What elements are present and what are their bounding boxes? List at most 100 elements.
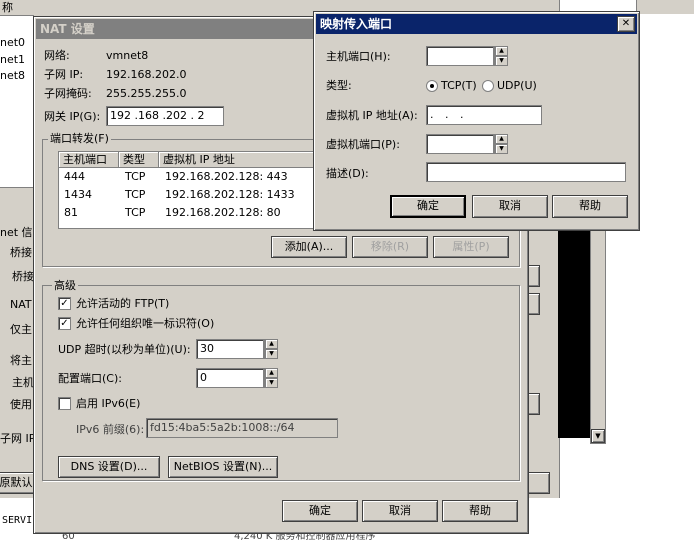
spin-down-icon[interactable]: ▼ bbox=[495, 56, 508, 66]
map-help-button[interactable]: 帮助 bbox=[552, 195, 628, 218]
cell-type: TCP bbox=[125, 206, 146, 219]
network-label: 网络: bbox=[44, 49, 70, 62]
bg-restore-button[interactable]: 原默认 bbox=[0, 472, 36, 494]
udp-timeout-spinner[interactable]: ▲ ▼ bbox=[264, 339, 278, 359]
bg-check-dhcp[interactable]: 使用 bbox=[10, 398, 32, 412]
ipv6-prefix-label: IPv6 前缀(6): bbox=[76, 423, 145, 436]
allow-ftp-label[interactable]: 允许活动的 FTP(T) bbox=[76, 297, 169, 311]
udp-timeout-input[interactable]: 30 bbox=[196, 339, 264, 359]
config-port-input[interactable]: 0 bbox=[196, 368, 264, 388]
nat-ok-button[interactable]: 确定 bbox=[282, 500, 358, 522]
cell-type: TCP bbox=[125, 188, 146, 201]
description-input[interactable] bbox=[426, 162, 626, 182]
gateway-label: 网关 IP(G): bbox=[44, 110, 101, 123]
map-ok-button[interactable]: 确定 bbox=[390, 195, 466, 218]
spin-up-icon[interactable]: ▲ bbox=[265, 368, 278, 378]
background-list[interactable]: 称 net0 net1 net8 bbox=[0, 1, 34, 188]
cell-vm-ip: 192.168.202.128: 443 bbox=[165, 170, 288, 183]
bg-radio-bridge[interactable]: 桥接 bbox=[10, 246, 32, 260]
bg-radio-hostonly[interactable]: 仅主 bbox=[10, 323, 32, 337]
port-forward-group-label: 端口转发(F) bbox=[48, 132, 111, 145]
config-port-label: 配置端口(C): bbox=[58, 372, 122, 385]
bg-label: 主机 bbox=[12, 376, 34, 389]
bg-label: 桥接 bbox=[12, 270, 34, 283]
allow-ftp-checkbox[interactable]: ✓ bbox=[58, 297, 71, 310]
vm-port-input[interactable] bbox=[426, 134, 494, 154]
spin-down-icon[interactable]: ▼ bbox=[265, 378, 278, 388]
tcp-label[interactable]: TCP(T) bbox=[441, 79, 477, 93]
spin-down-icon[interactable]: ▼ bbox=[495, 144, 508, 154]
list-item[interactable]: net0 bbox=[0, 36, 25, 50]
spin-up-icon[interactable]: ▲ bbox=[495, 134, 508, 144]
cell-host-port: 1434 bbox=[64, 188, 92, 201]
map-title-bar[interactable]: 映射传入端口 bbox=[316, 14, 637, 34]
spin-up-icon[interactable]: ▲ bbox=[495, 46, 508, 56]
port-forward-list[interactable]: 主机端口 类型 虚拟机 IP 地址 444 TCP 192.168.202.12… bbox=[58, 151, 320, 229]
column-header-vm-ip[interactable]: 虚拟机 IP 地址 bbox=[159, 152, 319, 168]
network-value: vmnet8 bbox=[106, 49, 149, 62]
udp-timeout-label: UDP 超时(以秒为单位)(U): bbox=[58, 343, 191, 356]
enable-ipv6-checkbox[interactable] bbox=[58, 397, 71, 410]
bg-check-connect[interactable]: 将主 bbox=[10, 354, 32, 368]
subnet-mask-value: 255.255.255.0 bbox=[106, 87, 187, 100]
description-label: 描述(D): bbox=[326, 167, 369, 180]
subnet-mask-label: 子网掩码: bbox=[44, 87, 92, 100]
add-button[interactable]: 添加(A)... bbox=[271, 236, 347, 258]
check-icon: ✓ bbox=[60, 318, 69, 329]
close-icon[interactable]: ✕ bbox=[617, 16, 635, 32]
subnet-ip-value: 192.168.202.0 bbox=[106, 68, 187, 81]
vm-port-label: 虚拟机端口(P): bbox=[326, 138, 400, 151]
nat-title: NAT 设置 bbox=[40, 22, 95, 36]
list-item[interactable]: net1 bbox=[0, 53, 25, 67]
allow-oui-checkbox[interactable]: ✓ bbox=[58, 317, 71, 330]
bg-console-area bbox=[558, 228, 590, 438]
remove-button[interactable]: 移除(R) bbox=[352, 236, 428, 258]
cell-vm-ip: 192.168.202.128: 1433 bbox=[165, 188, 295, 201]
cell-vm-ip: 192.168.202.128: 80 bbox=[165, 206, 281, 219]
bg-scrollbar[interactable]: ▼ bbox=[590, 228, 606, 444]
gateway-ip-input[interactable]: 192 .168 .202 . 2 bbox=[106, 106, 224, 126]
vm-port-spinner[interactable]: ▲ ▼ bbox=[494, 134, 508, 154]
map-title: 映射传入端口 bbox=[320, 17, 393, 31]
list-item[interactable]: net8 bbox=[0, 69, 25, 83]
enable-ipv6-label[interactable]: 启用 IPv6(E) bbox=[76, 397, 140, 411]
tcp-radio[interactable] bbox=[426, 80, 438, 92]
nat-help-button[interactable]: 帮助 bbox=[442, 500, 518, 522]
bg-top-right-bar bbox=[636, 0, 694, 14]
map-port-dialog: 映射传入端口 ✕ 主机端口(H): ▲ ▼ 类型: TCP(T) UDP(U) 虚… bbox=[313, 11, 640, 231]
check-icon: ✓ bbox=[60, 298, 69, 309]
advanced-group-label: 高级 bbox=[52, 279, 78, 292]
cell-host-port: 444 bbox=[64, 170, 85, 183]
netbios-settings-button[interactable]: NetBIOS 设置(N)... bbox=[168, 456, 278, 478]
list-header: 称 bbox=[0, 1, 34, 16]
spin-up-icon[interactable]: ▲ bbox=[265, 339, 278, 349]
allow-oui-label[interactable]: 允许任何组织唯一标识符(O) bbox=[76, 317, 214, 331]
vm-ip-label: 虚拟机 IP 地址(A): bbox=[326, 109, 418, 122]
table-row[interactable]: 81 TCP 192.168.202.128: 80 bbox=[59, 204, 319, 222]
bg-bottom-text: SERVI bbox=[2, 515, 33, 526]
spin-down-icon[interactable]: ▼ bbox=[265, 349, 278, 359]
type-label: 类型: bbox=[326, 79, 352, 92]
cell-host-port: 81 bbox=[64, 206, 78, 219]
vm-ip-input[interactable]: . . . bbox=[426, 105, 542, 125]
host-port-label: 主机端口(H): bbox=[326, 50, 391, 63]
udp-label[interactable]: UDP(U) bbox=[497, 79, 537, 93]
bg-radio-nat[interactable]: NAT bbox=[10, 298, 32, 312]
scroll-down-icon[interactable]: ▼ bbox=[591, 429, 605, 443]
udp-radio[interactable] bbox=[482, 80, 494, 92]
dns-settings-button[interactable]: DNS 设置(D)... bbox=[58, 456, 160, 478]
cell-type: TCP bbox=[125, 170, 146, 183]
nat-cancel-button[interactable]: 取消 bbox=[362, 500, 438, 522]
column-header-type[interactable]: 类型 bbox=[119, 152, 159, 168]
column-header-host-port[interactable]: 主机端口 bbox=[59, 152, 119, 168]
ipv6-prefix-input[interactable]: fd15:4ba5:5a2b:1008::/64 bbox=[146, 418, 338, 438]
host-port-spinner[interactable]: ▲ ▼ bbox=[494, 46, 508, 66]
map-cancel-button[interactable]: 取消 bbox=[472, 195, 548, 218]
subnet-ip-label: 子网 IP: bbox=[44, 68, 84, 81]
table-row[interactable]: 1434 TCP 192.168.202.128: 1433 bbox=[59, 186, 319, 204]
properties-button[interactable]: 属性(P) bbox=[433, 236, 509, 258]
config-port-spinner[interactable]: ▲ ▼ bbox=[264, 368, 278, 388]
host-port-input[interactable] bbox=[426, 46, 494, 66]
bg-label: net 信 bbox=[0, 226, 33, 239]
table-row[interactable]: 444 TCP 192.168.202.128: 443 bbox=[59, 168, 319, 186]
